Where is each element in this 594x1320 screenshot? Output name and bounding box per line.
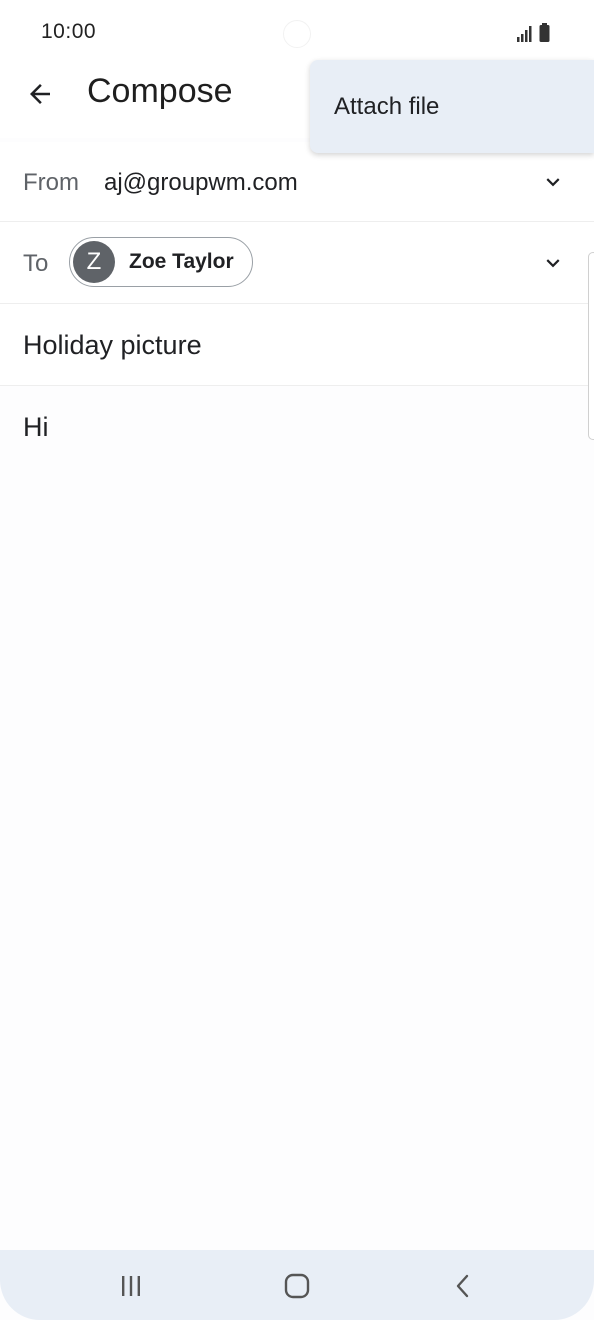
navigation-bar — [0, 1250, 594, 1320]
avatar: Z — [73, 241, 115, 283]
back-button[interactable] — [20, 74, 60, 114]
body-field[interactable]: Hi — [0, 386, 594, 1250]
page-title: Compose — [87, 72, 233, 110]
recents-button[interactable] — [109, 1264, 153, 1308]
from-account-value[interactable]: aj@groupwm.com — [104, 169, 298, 197]
recipient-chip[interactable]: Z Zoe Taylor — [69, 237, 253, 287]
subject-field[interactable]: Holiday picture — [0, 304, 594, 386]
chevron-down-icon[interactable] — [540, 169, 566, 195]
battery-icon — [539, 23, 550, 42]
home-button[interactable] — [275, 1264, 319, 1308]
home-icon — [284, 1273, 310, 1299]
camera-cutout — [283, 20, 311, 48]
menu-item-attach-file[interactable]: Attach file — [334, 93, 439, 121]
overflow-menu: Attach file — [310, 60, 594, 153]
body-text: Hi — [23, 412, 49, 442]
compose-screen: 10:00 Compose From aj@groupwm.com To Z Z… — [0, 0, 594, 1320]
recipient-name: Zoe Taylor — [129, 250, 234, 273]
back-icon — [456, 1274, 469, 1298]
chevron-down-icon[interactable] — [540, 250, 566, 276]
to-row: To Z Zoe Taylor — [0, 222, 594, 304]
scrollbar[interactable] — [588, 252, 594, 440]
status-bar: 10:00 — [0, 0, 594, 62]
to-label: To — [23, 250, 49, 277]
recents-icon — [122, 1276, 140, 1296]
signal-icon — [517, 26, 532, 42]
status-time: 10:00 — [41, 20, 97, 43]
status-icons — [517, 23, 550, 42]
arrow-left-icon — [30, 84, 50, 104]
from-label: From — [23, 169, 79, 196]
subject-text: Holiday picture — [23, 330, 202, 360]
from-row: From aj@groupwm.com — [0, 142, 594, 222]
system-back-button[interactable] — [441, 1264, 485, 1308]
